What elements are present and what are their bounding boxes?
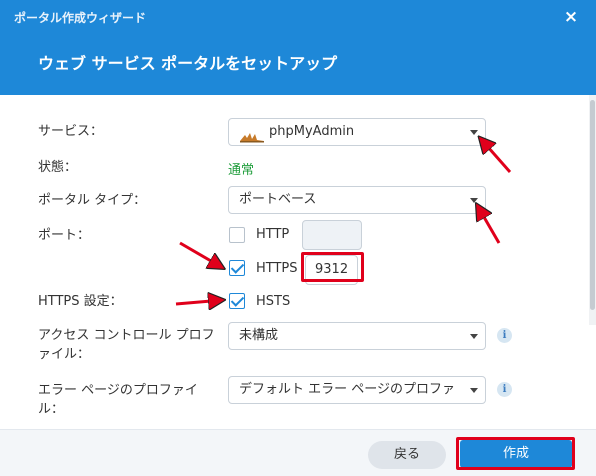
error-page-value: デフォルト エラー ページのプロファ xyxy=(239,382,456,397)
port-label: ポート： xyxy=(38,228,91,243)
service-value: phpMyAdmin xyxy=(269,124,355,139)
access-profile-label: アクセス コントロール プロフ xyxy=(38,328,215,343)
annotation-arrow-https xyxy=(179,241,223,268)
access-profile-label-cont: ァイル： xyxy=(38,347,91,362)
http-label: HTTP xyxy=(256,227,290,242)
service-select[interactable]: phpMyAdmin xyxy=(228,118,486,146)
portal-type-label: ポータル タイプ： xyxy=(38,193,147,208)
hsts-label: HSTS xyxy=(256,294,291,309)
access-profile-value: 未構成 xyxy=(239,328,279,343)
annotation-box-create xyxy=(456,437,575,470)
chevron-down-icon xyxy=(470,198,478,203)
https-settings-label: HTTPS 設定： xyxy=(38,294,123,309)
error-page-label: エラー ページのプロファイ xyxy=(38,383,198,398)
http-checkbox[interactable] xyxy=(229,227,245,243)
back-button[interactable]: 戻る xyxy=(368,441,446,469)
http-port-input[interactable] xyxy=(302,220,362,250)
portal-type-value: ポートベース xyxy=(239,192,317,207)
wizard-header: ポータル作成ウィザード × ウェブ サービス ポータルをセットアップ xyxy=(0,0,596,95)
service-label: サービス： xyxy=(38,124,104,139)
status-value: 通常 xyxy=(228,163,255,178)
annotation-arrow-hsts xyxy=(175,300,223,304)
phpmyadmin-icon xyxy=(239,127,265,145)
status-label: 状態： xyxy=(38,160,78,175)
close-icon[interactable]: × xyxy=(560,6,582,28)
window-title: ポータル作成ウィザード xyxy=(14,11,147,25)
page-title: ウェブ サービス ポータルをセットアップ xyxy=(38,54,338,73)
chevron-down-icon xyxy=(470,334,478,339)
error-page-select[interactable]: デフォルト エラー ページのプロファ xyxy=(228,376,486,404)
access-profile-select[interactable]: 未構成 xyxy=(228,322,486,350)
https-label: HTTPS xyxy=(256,261,298,276)
info-icon[interactable]: i xyxy=(497,382,512,397)
chevron-down-icon xyxy=(470,130,478,135)
scrollbar-thumb[interactable] xyxy=(590,100,595,310)
chevron-down-icon xyxy=(470,388,478,393)
error-page-label-cont: ル： xyxy=(38,402,65,417)
portal-type-select[interactable]: ポートベース xyxy=(228,186,486,214)
hsts-checkbox[interactable] xyxy=(229,293,245,309)
annotation-box-https-port xyxy=(301,252,364,282)
info-icon[interactable]: i xyxy=(497,328,512,343)
https-checkbox[interactable] xyxy=(229,260,245,276)
